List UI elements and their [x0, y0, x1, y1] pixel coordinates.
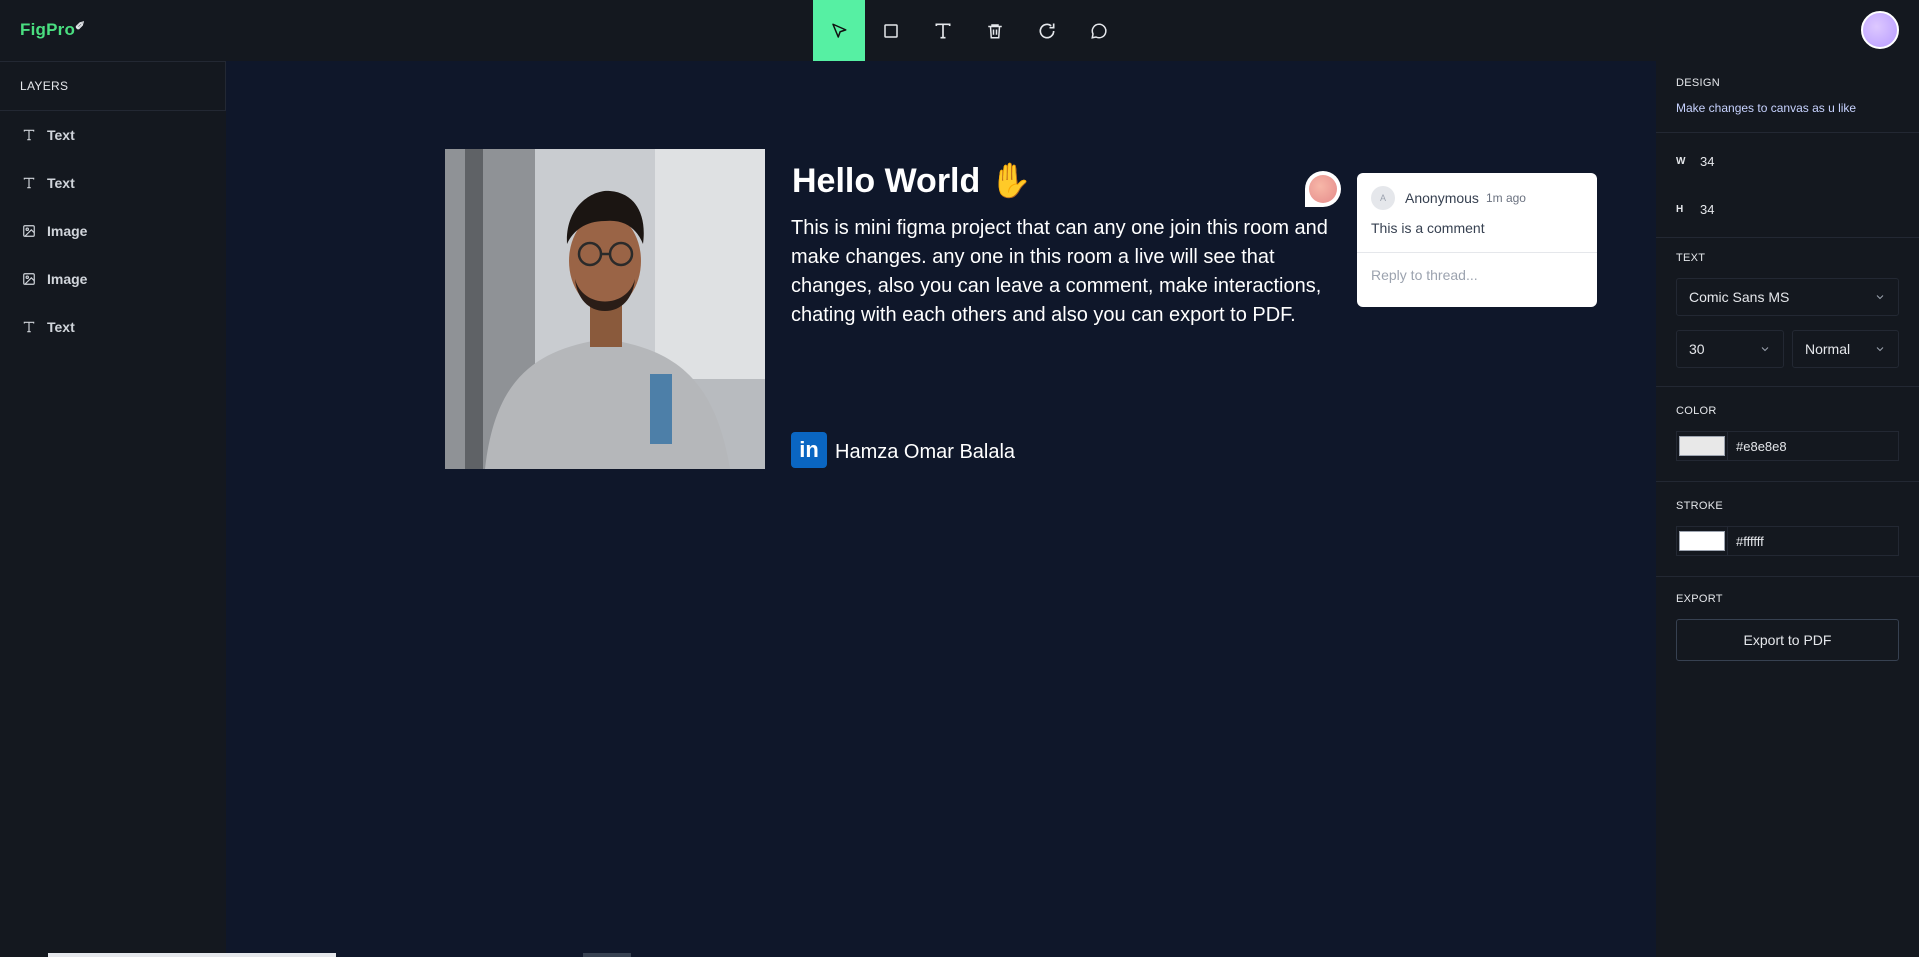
color-swatch[interactable] — [1676, 431, 1728, 461]
author-name[interactable]: Hamza Omar Balala — [835, 441, 1015, 464]
top-navbar: FigPro✐ — [0, 0, 1919, 62]
rectangle-icon — [884, 23, 898, 38]
chevron-down-icon — [1876, 347, 1884, 352]
font-weight-select[interactable]: Normal — [1792, 330, 1899, 368]
text-tool-button[interactable] — [917, 0, 969, 61]
layer-label: Image — [47, 271, 88, 287]
comment-tool-button[interactable] — [1073, 0, 1125, 61]
text-icon — [21, 319, 37, 335]
profile-photo[interactable] — [445, 149, 765, 469]
cursor-icon — [832, 23, 847, 38]
design-panel: DESIGN Make changes to canvas as u like … — [1656, 61, 1919, 957]
font-family-select[interactable]: Comic Sans MS — [1676, 278, 1899, 316]
height-value[interactable]: 34 — [1700, 202, 1714, 217]
comment-author-avatar: A — [1371, 186, 1395, 210]
reset-icon — [1039, 23, 1055, 39]
stroke-swatch[interactable] — [1676, 526, 1728, 556]
comment-thread: A Anonymous 1m ago This is a comment Rep… — [1357, 173, 1597, 307]
layer-label: Text — [47, 175, 75, 191]
font-weight-value: Normal — [1805, 341, 1851, 357]
user-avatar[interactable] — [1861, 11, 1899, 49]
comment-avatar — [1309, 175, 1337, 203]
comment-icon — [1091, 22, 1107, 39]
delete-tool-button[interactable] — [969, 0, 1021, 61]
layer-label: Text — [47, 127, 75, 143]
text-icon — [21, 175, 37, 191]
height-label: H — [1676, 203, 1684, 215]
app-logo[interactable]: FigPro✐ — [20, 19, 85, 40]
reset-tool-button[interactable] — [1021, 0, 1073, 61]
layer-label: Text — [47, 319, 75, 335]
layers-title: LAYERS — [0, 61, 226, 111]
canvas-heading[interactable]: Hello World ✋ — [792, 161, 1032, 201]
toolbar — [813, 0, 1125, 61]
rectangle-tool-button[interactable] — [865, 0, 917, 61]
reply-input[interactable]: Reply to thread... — [1357, 252, 1597, 297]
layer-item[interactable]: Text — [0, 303, 226, 351]
layer-item[interactable]: Image — [0, 255, 226, 303]
font-size-select[interactable]: 30 — [1676, 330, 1784, 368]
chevron-down-icon — [1761, 347, 1769, 352]
layer-item[interactable]: Text — [0, 111, 226, 159]
comment-author: Anonymous — [1405, 190, 1479, 206]
image-icon — [21, 271, 37, 287]
font-family-value: Comic Sans MS — [1689, 289, 1790, 305]
width-field[interactable]: W 34 — [1656, 137, 1919, 185]
text-title: TEXT — [1676, 252, 1706, 264]
comment-pin[interactable] — [1305, 171, 1341, 207]
design-subtitle: Make changes to canvas as u like — [1676, 101, 1857, 115]
layer-label: Image — [47, 223, 88, 239]
width-value[interactable]: 34 — [1700, 154, 1714, 169]
layers-sidebar: LAYERS Text Text Image Image Text — [0, 61, 226, 957]
design-title: DESIGN — [1676, 77, 1720, 89]
stroke-title: STROKE — [1676, 500, 1724, 512]
text-icon — [935, 23, 951, 38]
comment-body: This is a comment — [1371, 220, 1485, 236]
font-size-value: 30 — [1689, 341, 1705, 357]
text-icon — [21, 127, 37, 143]
trash-icon — [988, 23, 1002, 38]
stroke-hex-input[interactable]: #ffffff — [1728, 526, 1899, 556]
canvas[interactable]: Hello World ✋ This is mini figma project… — [226, 61, 1656, 957]
export-title: EXPORT — [1676, 593, 1723, 605]
color-hex-input[interactable]: #e8e8e8 — [1728, 431, 1899, 461]
layer-item[interactable]: Text — [0, 159, 226, 207]
width-label: W — [1676, 155, 1686, 167]
select-tool-button[interactable] — [813, 0, 865, 61]
linkedin-icon[interactable]: in — [791, 432, 827, 468]
image-icon — [21, 223, 37, 239]
color-title: COLOR — [1676, 405, 1717, 417]
chevron-down-icon — [1876, 295, 1884, 300]
horizontal-scrollbar[interactable] — [48, 953, 336, 957]
comment-time: 1m ago — [1485, 191, 1526, 205]
canvas-description[interactable]: This is mini figma project that can any … — [791, 214, 1346, 330]
height-field[interactable]: H 34 — [1656, 185, 1919, 233]
export-pdf-button[interactable]: Export to PDF — [1676, 619, 1899, 661]
layer-item[interactable]: Image — [0, 207, 226, 255]
scrollbar-thumb[interactable] — [583, 953, 631, 957]
